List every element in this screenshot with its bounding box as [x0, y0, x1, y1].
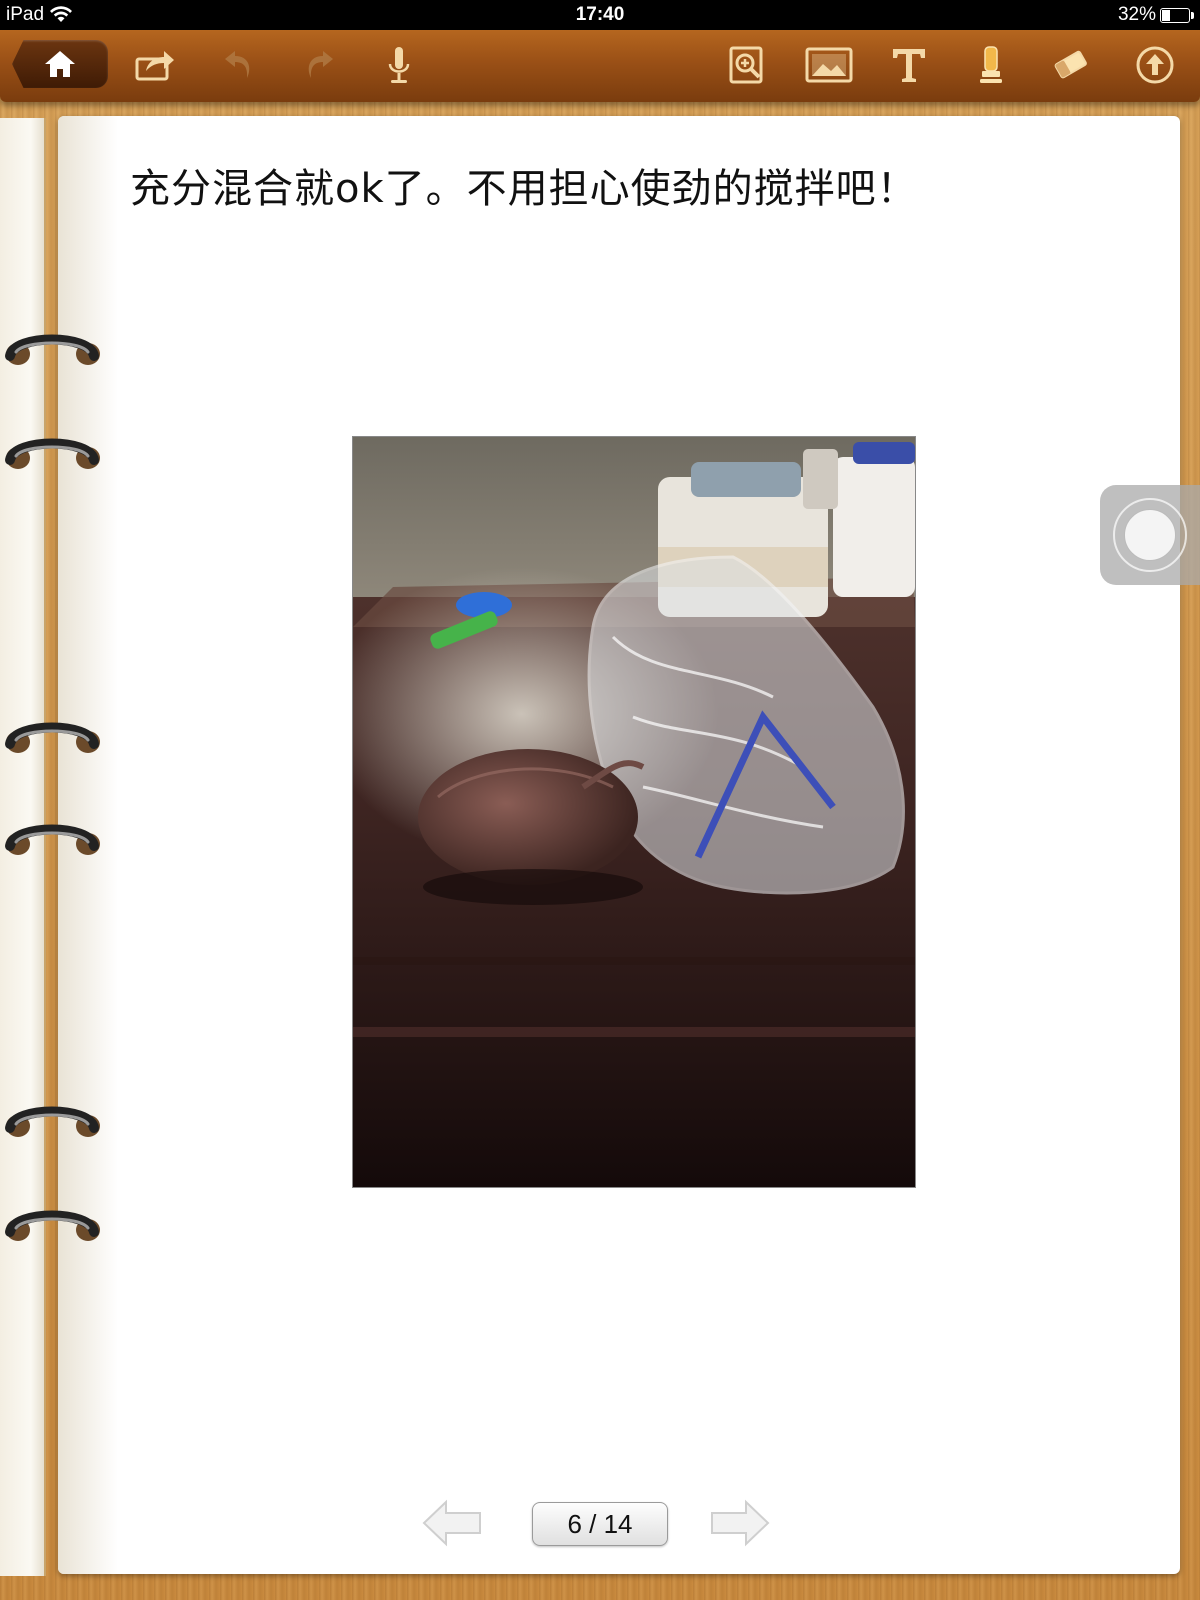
text-button[interactable] — [884, 40, 934, 90]
image-icon — [805, 47, 853, 83]
photo-image — [353, 437, 915, 1187]
highlighter-icon — [980, 46, 1002, 83]
undo-button[interactable] — [214, 40, 264, 90]
toolbar — [0, 30, 1200, 102]
zoom-page-button[interactable] — [722, 40, 772, 90]
redo-button[interactable] — [294, 40, 344, 90]
page-text: 充分混合就ok了。不用担心使劲的搅拌吧！ — [130, 166, 918, 212]
status-right: 32% — [1117, 4, 1194, 26]
eraser-icon — [1054, 50, 1087, 79]
eraser-button[interactable] — [1046, 40, 1096, 90]
battery-percent: 32% — [1117, 4, 1156, 25]
binder-ring — [5, 334, 100, 365]
image-button[interactable] — [804, 40, 854, 90]
share-button[interactable] — [130, 40, 180, 90]
page-indicator[interactable]: 6 / 14 — [532, 1502, 668, 1546]
next-page-button[interactable] — [708, 1498, 772, 1548]
redo-icon — [308, 51, 333, 78]
microphone-icon — [388, 47, 410, 83]
microphone-button[interactable] — [374, 40, 424, 90]
photo[interactable] — [352, 436, 916, 1188]
home-button[interactable] — [12, 40, 108, 88]
status-bar: iPad 17:40 32% — [0, 0, 1200, 30]
arrow-left-icon — [422, 1499, 481, 1547]
arrow-right-icon — [711, 1499, 770, 1547]
zoom-page-icon — [729, 46, 763, 84]
binder-ring — [5, 1106, 100, 1137]
binder-ring — [5, 824, 100, 855]
binder-ring — [5, 438, 100, 469]
binder-ring — [5, 1210, 100, 1241]
status-time: 17:40 — [575, 4, 625, 25]
notebook-page: 充分混合就ok了。不用担心使劲的搅拌吧！ — [58, 116, 1180, 1574]
upload-icon — [1136, 46, 1174, 84]
assistive-touch-button[interactable] — [1100, 485, 1200, 585]
upload-button[interactable] — [1130, 40, 1180, 90]
share-icon — [135, 51, 174, 81]
assistive-touch-icon — [1113, 498, 1187, 572]
battery-icon — [1160, 7, 1194, 23]
text-icon — [893, 49, 925, 82]
highlighter-button[interactable] — [966, 40, 1016, 90]
binder-ring — [5, 722, 100, 753]
home-icon — [45, 51, 75, 77]
previous-page-button[interactable] — [420, 1498, 484, 1548]
undo-icon — [225, 51, 250, 78]
